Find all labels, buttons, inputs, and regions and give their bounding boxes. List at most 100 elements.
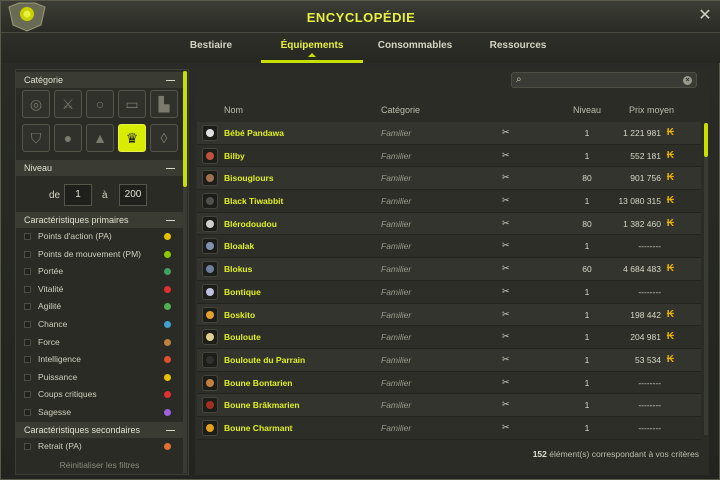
amulet-icon[interactable]: ◎ — [22, 90, 50, 118]
stat-filter-vitalite[interactable]: Vitalité — [16, 281, 183, 299]
stat-filter-pm[interactable]: Points de mouvement (PM) — [16, 246, 183, 264]
close-icon[interactable]: ✕ — [697, 8, 713, 24]
item-name[interactable]: Boune Brâkmarien — [224, 400, 300, 410]
tab-ressources[interactable]: Ressources — [479, 33, 557, 63]
item-name[interactable]: Blokus — [224, 264, 252, 274]
table-row[interactable]: Bontique Familier ✂ 1 -------- — [197, 280, 701, 304]
table-row[interactable]: Bisouglours Familier ✂ 80 901 756 ₭ — [197, 167, 701, 191]
sidebar-scrollbar-thumb[interactable] — [183, 71, 187, 187]
results-scrollbar-track[interactable] — [704, 123, 708, 435]
checkbox[interactable] — [24, 285, 31, 293]
craft-tools-icon[interactable]: ✂ — [502, 422, 510, 433]
table-row[interactable]: Boune Brâkmarien Familier ✂ 1 -------- — [197, 394, 701, 417]
craft-tools-icon[interactable]: ✂ — [502, 399, 510, 410]
table-row[interactable]: Black Tiwabbit Familier ✂ 1 13 080 315 ₭ — [197, 190, 701, 213]
craft-tools-icon[interactable]: ✂ — [502, 286, 510, 297]
level-min-input[interactable]: 1 — [64, 184, 92, 206]
dofus-icon[interactable]: ◊ — [150, 124, 178, 152]
table-row[interactable]: Boskito Familier ✂ 1 198 442 ₭ — [197, 303, 701, 327]
collapse-icon[interactable]: — — [166, 72, 175, 88]
tab-equipements[interactable]: Équipements — [261, 33, 363, 63]
belt-icon[interactable]: ▭ — [118, 90, 146, 118]
table-row[interactable]: Blokus Familier ✂ 60 4 684 483 ₭ — [197, 258, 701, 281]
checkbox[interactable] — [24, 250, 31, 258]
reset-filters-button[interactable]: Réinitialiser les filtres — [16, 460, 183, 470]
checkbox[interactable] — [24, 303, 31, 311]
craft-tools-icon[interactable]: ✂ — [502, 195, 510, 206]
stat-filter-retrait-pa[interactable]: Retrait (PA) — [16, 438, 183, 456]
level-max-input[interactable]: 200 — [119, 184, 147, 206]
checkbox[interactable] — [24, 443, 31, 450]
weapon-icon[interactable]: ⚔ — [54, 90, 82, 118]
collapse-icon[interactable]: — — [166, 212, 175, 228]
craft-tools-icon[interactable]: ✂ — [502, 309, 510, 320]
stat-filter-sagesse[interactable]: Sagesse — [16, 404, 183, 422]
item-name[interactable]: Bouloute — [224, 332, 261, 342]
item-name[interactable]: Boskito — [224, 310, 255, 320]
table-row[interactable]: Bloalak Familier ✂ 1 -------- — [197, 235, 701, 259]
secondaires-section-header[interactable]: Caractéristiques secondaires — — [16, 422, 183, 438]
craft-tools-icon[interactable]: ✂ — [502, 377, 510, 388]
table-row[interactable]: Boune Charmant Familier ✂ 1 -------- — [197, 416, 701, 440]
primaires-section-header[interactable]: Caractéristiques primaires — — [16, 212, 183, 228]
table-row[interactable]: Bouloute Familier ✂ 1 204 981 ₭ — [197, 326, 701, 349]
stat-filter-puissance[interactable]: Puissance — [16, 369, 183, 387]
tab-consommables[interactable]: Consommables — [373, 33, 457, 63]
item-name[interactable]: Bloalak — [224, 241, 254, 251]
table-row[interactable]: Boune Bontarien Familier ✂ 1 -------- — [197, 371, 701, 395]
collapse-icon[interactable]: — — [166, 422, 175, 438]
hat-icon[interactable]: ● — [54, 124, 82, 152]
column-header-categorie[interactable]: Catégorie — [381, 105, 420, 115]
craft-tools-icon[interactable]: ✂ — [502, 331, 510, 342]
checkbox[interactable] — [24, 233, 31, 240]
item-name[interactable]: Bilby — [224, 151, 245, 161]
column-header-niveau[interactable]: Niveau — [573, 105, 601, 115]
craft-tools-icon[interactable]: ✂ — [502, 240, 510, 251]
boots-icon[interactable]: ▙ — [150, 90, 178, 118]
table-row[interactable]: Bébé Pandawa Familier ✂ 1 1 221 981 ₭ — [197, 122, 701, 145]
checkbox[interactable] — [24, 391, 31, 399]
craft-tools-icon[interactable]: ✂ — [502, 127, 510, 138]
tab-bestiaire[interactable]: Bestiaire — [171, 33, 251, 63]
niveau-section-header[interactable]: Niveau — — [16, 160, 183, 176]
stat-filter-portee[interactable]: Portée — [16, 263, 183, 281]
checkbox[interactable] — [24, 408, 31, 416]
item-name[interactable]: Bébé Pandawa — [224, 128, 284, 138]
table-row[interactable]: Blérodoudou Familier ✂ 80 1 382 460 ₭ — [197, 212, 701, 236]
results-scrollbar-thumb[interactable] — [704, 123, 708, 157]
craft-tools-icon[interactable]: ✂ — [502, 172, 510, 183]
stat-filter-intelligence[interactable]: Intelligence — [16, 351, 183, 369]
cloak-icon[interactable]: ▲ — [86, 124, 114, 152]
craft-tools-icon[interactable]: ✂ — [502, 150, 510, 161]
column-header-nom[interactable]: Nom — [224, 105, 243, 115]
stat-filter-chance[interactable]: Chance — [16, 316, 183, 334]
stat-filter-coups-critiques[interactable]: Coups critiques — [16, 386, 183, 404]
item-name[interactable]: Bouloute du Parrain — [224, 355, 305, 365]
clear-search-icon[interactable]: × — [683, 76, 692, 85]
item-name[interactable]: Black Tiwabbit — [224, 196, 283, 206]
search-input[interactable]: ⌕ × — [511, 72, 697, 88]
table-row[interactable]: Bouloute du Parrain Familier ✂ 1 53 534 ₭ — [197, 348, 701, 372]
pet-icon[interactable]: ♛ — [118, 124, 146, 152]
ring-icon[interactable]: ○ — [86, 90, 114, 118]
stat-filter-agilite[interactable]: Agilité — [16, 298, 183, 316]
table-row[interactable]: Bilby Familier ✂ 1 552 181 ₭ — [197, 144, 701, 168]
craft-tools-icon[interactable]: ✂ — [502, 218, 510, 229]
categorie-section-header[interactable]: Catégorie — — [16, 72, 183, 88]
craft-tools-icon[interactable]: ✂ — [502, 263, 510, 274]
craft-tools-icon[interactable]: ✂ — [502, 354, 510, 365]
checkbox[interactable] — [24, 356, 31, 364]
checkbox[interactable] — [24, 373, 31, 381]
shield-icon[interactable]: ⛉ — [22, 124, 50, 152]
item-name[interactable]: Boune Charmant — [224, 423, 292, 433]
column-header-prix[interactable]: Prix moyen — [629, 105, 674, 115]
item-name[interactable]: Bontique — [224, 287, 261, 297]
checkbox[interactable] — [24, 268, 31, 276]
collapse-icon[interactable]: — — [166, 160, 175, 176]
item-name[interactable]: Blérodoudou — [224, 219, 277, 229]
item-name[interactable]: Bisouglours — [224, 173, 274, 183]
item-name[interactable]: Boune Bontarien — [224, 378, 292, 388]
checkbox[interactable] — [24, 338, 31, 346]
stat-filter-pa[interactable]: Points d'action (PA) — [16, 228, 183, 246]
checkbox[interactable] — [24, 320, 31, 328]
